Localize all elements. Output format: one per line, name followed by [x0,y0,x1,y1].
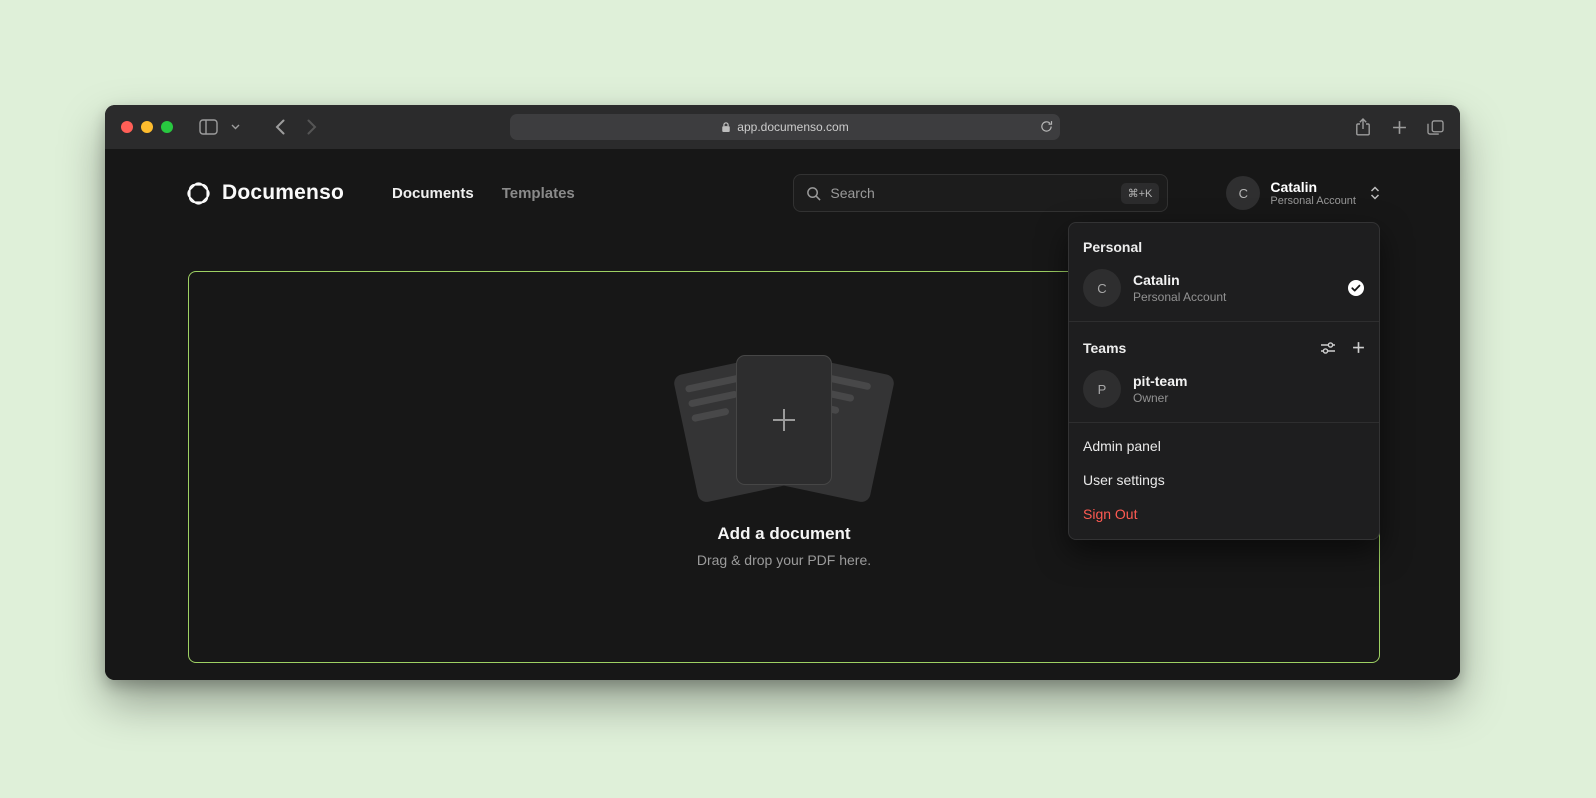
add-plus-icon [767,403,801,437]
sidebar-toggle-button[interactable] [195,113,221,141]
close-window-button[interactable] [121,121,133,133]
personal-avatar: C [1083,269,1121,307]
search-input[interactable]: Search ⌘+K [793,174,1168,212]
desktop-background: app.documenso.com [0,0,1596,798]
teams-label-text: Teams [1083,340,1126,356]
search-placeholder: Search [830,185,874,201]
reload-button[interactable] [1040,120,1053,136]
documenso-seal-icon [185,180,212,207]
account-menu-button[interactable]: C Catalin Personal Account [1226,176,1380,210]
share-button[interactable] [1350,113,1376,141]
select-chevrons-icon [1370,186,1380,200]
create-team-button[interactable] [1352,341,1365,355]
toolbar-nav-icons [195,113,325,141]
menu-item-admin-panel[interactable]: Admin panel [1069,429,1379,463]
nav-templates[interactable]: Templates [502,185,575,202]
account-subtitle: Personal Account [1270,195,1356,208]
url-text: app.documenso.com [737,120,848,134]
manage-teams-button[interactable] [1320,341,1336,355]
account-avatar: C [1226,176,1260,210]
chevron-down-icon [231,124,240,130]
back-button[interactable] [267,113,293,141]
share-icon [1355,118,1371,136]
team-name: pit-team [1133,373,1187,390]
sidebar-menu-chevron[interactable] [227,113,243,141]
new-tab-button[interactable] [1386,113,1412,141]
reload-icon [1040,120,1053,133]
teams-section-label: Teams [1069,328,1379,362]
search-icon [806,186,821,201]
tab-overview-button[interactable] [1422,113,1448,141]
toolbar-right-icons [1350,113,1448,141]
address-bar[interactable]: app.documenso.com [510,114,1060,140]
personal-account-item[interactable]: C Catalin Personal Account [1069,261,1379,315]
selected-check-icon [1347,279,1365,297]
team-avatar: P [1083,370,1121,408]
team-role: Owner [1133,391,1187,406]
plus-icon [1392,120,1407,135]
menu-item-sign-out[interactable]: Sign Out [1069,497,1379,531]
minimize-window-button[interactable] [141,121,153,133]
personal-name: Catalin [1133,272,1226,289]
lock-icon [721,121,731,133]
chevron-right-icon [307,119,317,135]
browser-toolbar: app.documenso.com [105,105,1460,149]
brand-name: Documenso [222,181,344,205]
team-item-pit-team[interactable]: P pit-team Owner [1069,362,1379,416]
forward-button[interactable] [299,113,325,141]
plus-icon [1352,341,1365,354]
search-shortcut-badge: ⌘+K [1121,183,1160,204]
browser-window: app.documenso.com [105,105,1460,680]
dropzone-subtitle: Drag & drop your PDF here. [189,552,1379,568]
personal-subtitle: Personal Account [1133,290,1226,305]
document-card-front [736,355,832,485]
account-dropdown-menu: Personal C Catalin Personal Account Team… [1068,222,1380,540]
menu-item-user-settings[interactable]: User settings [1069,463,1379,497]
divider [1069,321,1379,322]
personal-section-label: Personal [1069,227,1379,261]
divider [1069,422,1379,423]
zoom-window-button[interactable] [161,121,173,133]
traffic-lights [121,121,173,133]
documenso-logo[interactable]: Documenso [185,180,344,207]
nav-documents[interactable]: Documents [392,185,474,202]
sliders-icon [1320,341,1336,355]
chevron-left-icon [275,119,285,135]
documenso-app: Documenso Documents Templates Search ⌘+K… [105,149,1460,680]
tabs-icon [1427,120,1444,135]
sidebar-icon [199,119,218,135]
account-name: Catalin [1270,179,1356,195]
main-nav: Documents Templates [392,185,575,202]
documents-illustration [669,355,899,507]
